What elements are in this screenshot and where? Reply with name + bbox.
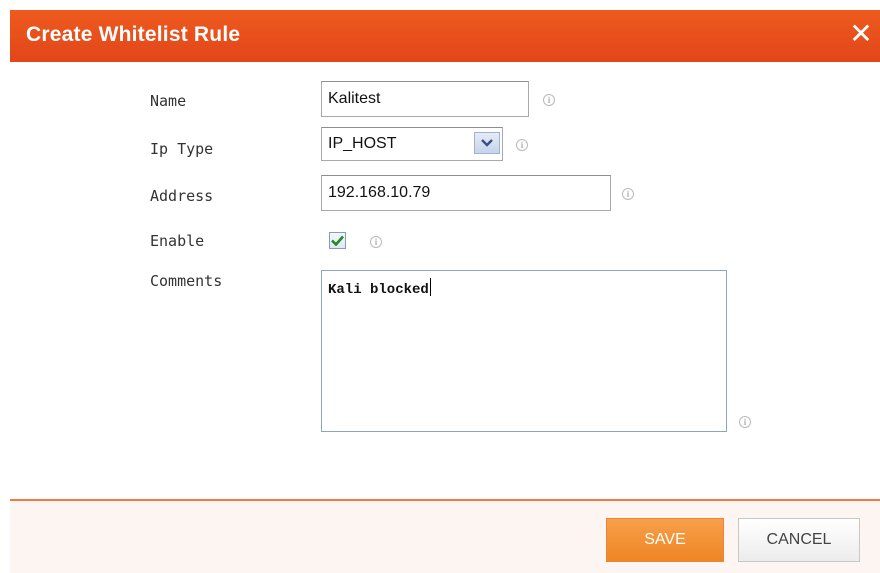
name-info-icon[interactable]: i [543, 94, 555, 106]
comments-info-icon[interactable]: i [739, 416, 751, 428]
enable-checkbox[interactable] [329, 232, 346, 249]
ip-type-selected-value: IP_HOST [328, 135, 397, 152]
dialog-title: Create Whitelist Rule [26, 23, 241, 46]
text-caret [429, 278, 431, 296]
cancel-button[interactable]: CANCEL [738, 518, 860, 562]
comments-value: Kali blocked [328, 282, 429, 298]
comments-textarea[interactable]: Kali blocked [321, 270, 727, 432]
name-label: Name [150, 92, 187, 110]
ip-type-info-icon[interactable]: i [516, 139, 528, 151]
address-input[interactable]: 192.168.10.79 [321, 175, 611, 211]
address-label: Address [150, 187, 214, 205]
create-whitelist-rule-dialog: Create Whitelist Rule ✕ Name Kalitest i … [0, 0, 880, 573]
save-button[interactable]: SAVE [606, 518, 724, 562]
close-icon[interactable]: ✕ [844, 16, 878, 50]
comments-label: Comments [150, 272, 223, 290]
address-info-icon[interactable]: i [622, 188, 634, 200]
name-input-value: Kalitest [328, 90, 381, 107]
ip-type-label: Ip Type [150, 140, 214, 158]
ip-type-select[interactable]: IP_HOST [321, 127, 503, 161]
name-input[interactable]: Kalitest [321, 81, 529, 117]
address-input-value: 192.168.10.79 [328, 184, 431, 201]
chevron-down-icon[interactable] [474, 132, 500, 154]
enable-label: Enable [150, 232, 205, 250]
enable-info-icon[interactable]: i [370, 236, 382, 248]
dialog-header: Create Whitelist Rule ✕ [10, 10, 880, 62]
